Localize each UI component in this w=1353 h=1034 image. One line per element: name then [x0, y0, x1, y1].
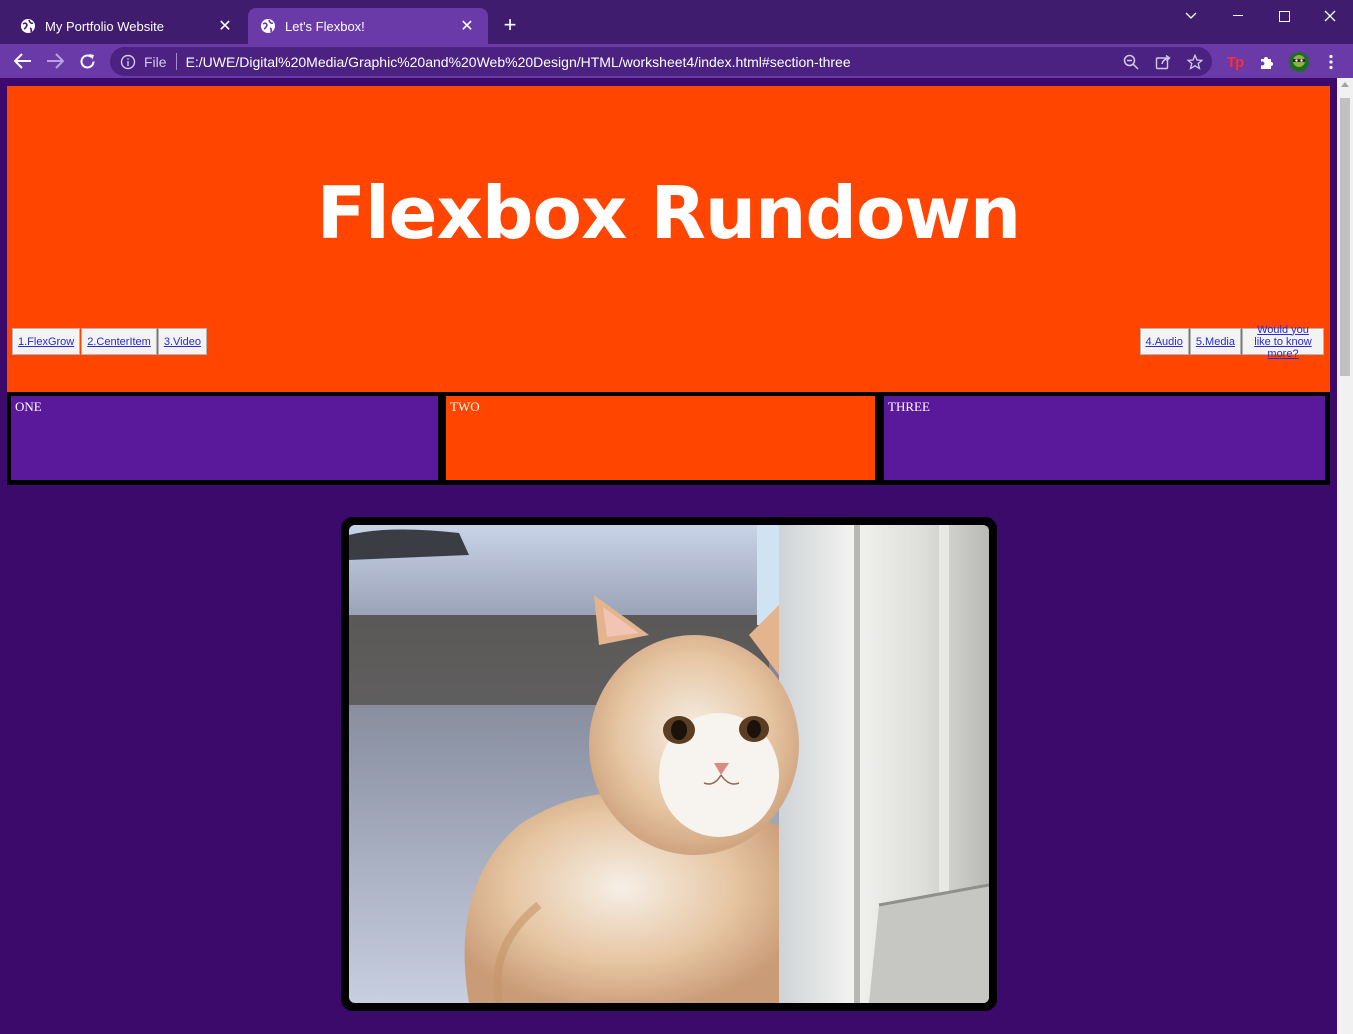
profile-avatar[interactable] [1289, 52, 1309, 72]
nav-link-know-more[interactable]: Would you like to know more? [1242, 324, 1324, 360]
close-tab-icon[interactable]: ✕ [216, 17, 234, 35]
nav-link-centeritem[interactable]: 2.CenterItem [81, 328, 157, 355]
box-two: TWO [446, 396, 875, 480]
box-three: THREE [884, 396, 1325, 480]
box-one: ONE [11, 396, 438, 480]
nav-link-flexgrow[interactable]: 1.FlexGrow [12, 328, 81, 355]
browser-toolbar: File E:/UWE/Digital%20Media/Graphic%20an… [0, 44, 1353, 78]
maximize-button[interactable] [1261, 0, 1307, 32]
forward-arrow-icon[interactable] [43, 49, 67, 73]
nav-link-media[interactable]: 5.Media [1189, 328, 1241, 355]
kitten-photo [349, 525, 989, 1003]
puzzle-icon[interactable] [1257, 52, 1277, 72]
nav-link-video[interactable]: 3.Video [157, 328, 207, 355]
kitten-photo-frame [341, 517, 997, 1011]
close-tab-icon[interactable]: ✕ [458, 17, 476, 35]
globe-icon [261, 19, 275, 33]
hero-header: Flexbox Rundown 1.FlexGrow 2.CenterItem … [7, 86, 1330, 392]
close-window-button[interactable] [1307, 0, 1353, 32]
reload-icon[interactable] [75, 49, 99, 73]
nav-right: 4.Audio 5.Media Would you like to know m… [1139, 324, 1325, 360]
share-icon[interactable] [1154, 53, 1172, 71]
info-icon[interactable] [120, 54, 136, 70]
kebab-menu-icon[interactable] [1321, 52, 1341, 72]
tab-title: My Portfolio Website [45, 18, 164, 34]
tab-search-chevron-icon[interactable] [1168, 0, 1214, 32]
page-viewport: Flexbox Rundown 1.FlexGrow 2.CenterItem … [0, 78, 1337, 1034]
nav-left: 1.FlexGrow 2.CenterItem 3.Video [12, 328, 208, 355]
globe-icon [21, 19, 35, 33]
tab-lets-flexbox[interactable]: Let's Flexbox! ✕ [248, 8, 488, 44]
scrollbar-thumb[interactable] [1340, 98, 1350, 376]
tab-my-portfolio[interactable]: My Portfolio Website ✕ [8, 8, 246, 44]
scroll-up-arrow-icon[interactable] [1341, 82, 1349, 87]
address-separator [175, 53, 177, 70]
tab-title: Let's Flexbox! [285, 18, 365, 34]
back-arrow-icon[interactable] [11, 49, 35, 73]
file-scheme-label: File [144, 53, 167, 70]
minimize-button[interactable] [1215, 0, 1261, 32]
new-tab-button[interactable]: + [498, 13, 522, 37]
address-bar[interactable]: File E:/UWE/Digital%20Media/Graphic%20an… [110, 47, 1212, 76]
zoom-out-icon[interactable] [1122, 53, 1140, 71]
tab-strip: My Portfolio Website ✕ Let's Flexbox! ✕ … [0, 0, 1353, 44]
star-icon[interactable] [1186, 53, 1204, 71]
nav-link-audio[interactable]: 4.Audio [1139, 328, 1189, 355]
flex-box-row: ONE TWO THREE [7, 392, 1330, 485]
extension-tp-icon[interactable]: Tp [1225, 52, 1245, 72]
url-text[interactable]: E:/UWE/Digital%20Media/Graphic%20and%20W… [186, 54, 851, 70]
page-title: Flexbox Rundown [316, 171, 1021, 255]
vertical-scrollbar[interactable] [1337, 78, 1353, 1034]
